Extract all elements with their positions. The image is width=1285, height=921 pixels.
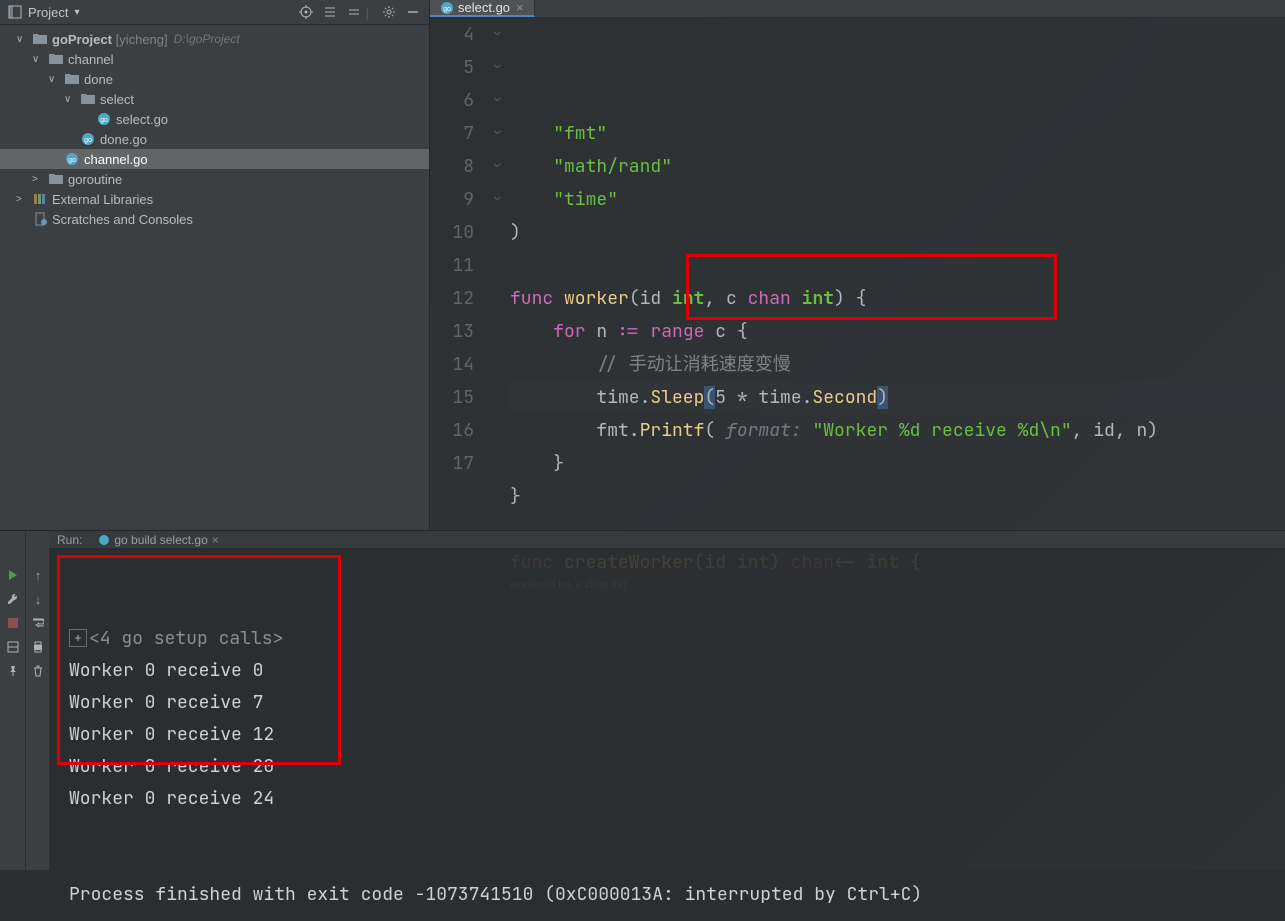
up-arrow-icon[interactable]: ↑ xyxy=(26,563,50,587)
folder-icon xyxy=(48,171,64,187)
minimize-icon[interactable] xyxy=(405,4,421,20)
layout-icon[interactable] xyxy=(0,635,25,659)
run-panel: ↑ ↓ Run: go build select.go × +<4 go set… xyxy=(0,530,1285,870)
tree-item[interactable]: gochannel.go xyxy=(0,149,429,169)
tree-item[interactable]: ∨select xyxy=(0,89,429,109)
file-tree: ∨ goProject [yicheng] D:\goProject ∨chan… xyxy=(0,25,429,530)
close-icon[interactable]: × xyxy=(516,0,524,15)
svg-text:go: go xyxy=(443,6,451,13)
tree-item[interactable]: goselect.go xyxy=(0,109,429,129)
run-actions-left xyxy=(0,531,25,870)
run-label: Run: xyxy=(49,533,90,547)
locate-icon[interactable] xyxy=(298,4,314,20)
tree-item[interactable]: Scratches and Consoles xyxy=(0,209,429,229)
close-icon[interactable]: × xyxy=(212,533,219,547)
scratch-icon xyxy=(32,211,48,227)
tree-item[interactable]: >goroutine xyxy=(0,169,429,189)
project-title[interactable]: Project ▾ xyxy=(8,5,80,20)
run-button[interactable] xyxy=(0,563,25,587)
lib-icon xyxy=(32,191,48,207)
tab-select-go[interactable]: go select.go × xyxy=(430,0,535,17)
expand-all-icon[interactable] xyxy=(322,4,338,20)
print-icon[interactable] xyxy=(26,635,50,659)
code-area[interactable]: 4567891011121314151617 ⌄⌄⌄⌄⌄⌄ "fmt" "mat… xyxy=(430,18,1285,579)
console-output[interactable]: +<4 go setup calls>Worker 0 receive 0Wor… xyxy=(49,549,1285,921)
code-body[interactable]: "fmt" "math/rand" "time")func worker(id … xyxy=(510,18,1285,579)
svg-text:go: go xyxy=(100,117,108,124)
fold-column[interactable]: ⌄⌄⌄⌄⌄⌄ xyxy=(494,18,510,579)
editor-tabs: go select.go × xyxy=(430,0,1285,18)
run-tabs: Run: go build select.go × xyxy=(49,531,1285,549)
folder-icon xyxy=(48,51,64,67)
wrench-icon[interactable] xyxy=(0,587,25,611)
svg-text:go: go xyxy=(84,137,92,144)
folder-icon xyxy=(64,71,80,87)
tree-item[interactable]: ∨channel xyxy=(0,49,429,69)
gofile-icon: go xyxy=(96,111,112,127)
editor: go select.go × 4567891011121314151617 ⌄⌄… xyxy=(430,0,1285,530)
folder-icon xyxy=(80,91,96,107)
pin-icon[interactable] xyxy=(0,659,25,683)
svg-text:go: go xyxy=(68,157,76,164)
tree-item[interactable]: godone.go xyxy=(0,129,429,149)
run-actions-left-2: ↑ ↓ xyxy=(25,531,49,870)
project-sidebar: Project ▾ | ∨ goProject [yicheng] D:\goP… xyxy=(0,0,430,530)
project-header: Project ▾ | xyxy=(0,0,429,25)
collapse-all-icon[interactable] xyxy=(346,4,362,20)
tree-item[interactable]: ∨done xyxy=(0,69,429,89)
gear-icon[interactable] xyxy=(381,4,397,20)
tab-label: select.go xyxy=(458,0,510,15)
gofile-icon: go xyxy=(80,131,96,147)
gofile-icon: go xyxy=(64,151,80,167)
stop-button[interactable] xyxy=(0,611,25,635)
trash-icon[interactable] xyxy=(26,659,50,683)
line-numbers: 4567891011121314151617 xyxy=(430,18,494,579)
down-arrow-icon[interactable]: ↓ xyxy=(26,587,50,611)
go-icon xyxy=(98,534,110,546)
folder-icon xyxy=(32,31,48,47)
tree-item[interactable]: >External Libraries xyxy=(0,189,429,209)
run-config-tab[interactable]: go build select.go × xyxy=(90,533,226,547)
go-icon: go xyxy=(440,1,454,15)
softwrap-icon[interactable] xyxy=(26,611,50,635)
tree-root[interactable]: ∨ goProject [yicheng] D:\goProject xyxy=(0,29,429,49)
